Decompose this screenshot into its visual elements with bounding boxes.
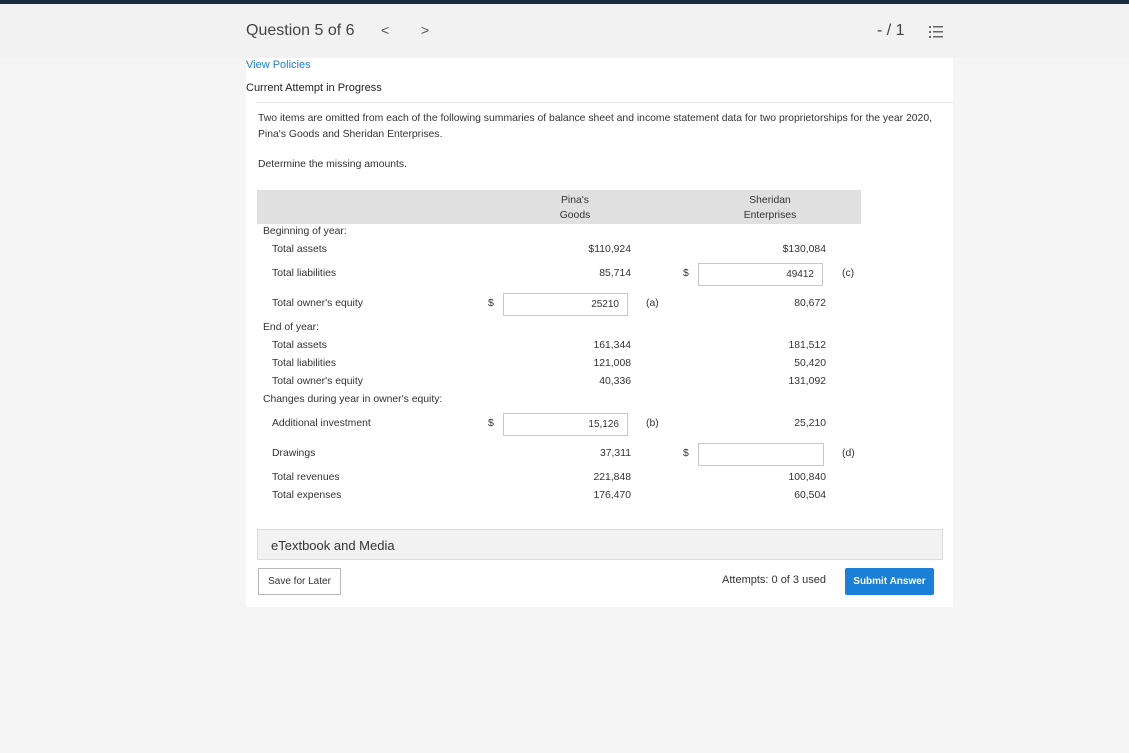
row-label: Drawings xyxy=(272,448,316,459)
col-header-pinas-line1: Pina's xyxy=(561,195,589,206)
row-label: Total assets xyxy=(272,340,327,351)
section-changes: Changes during year in owner's equity: xyxy=(263,394,443,405)
cell-value: 80,672 xyxy=(794,298,826,309)
cell-value: 181,512 xyxy=(788,340,826,351)
dollar-sign: $ xyxy=(488,418,494,429)
question-list-icon[interactable] xyxy=(928,24,944,40)
divider xyxy=(256,102,953,103)
dollar-sign: $ xyxy=(488,298,494,309)
cell-value: 221,848 xyxy=(593,472,631,483)
row-label: Total owner's equity xyxy=(272,298,363,309)
cell-value: 60,504 xyxy=(794,490,826,501)
dollar-sign: $ xyxy=(683,448,689,459)
section-end: End of year: xyxy=(263,322,320,333)
col-header-sheridan-line1: Sheridan xyxy=(749,195,791,206)
question-score: - / 1 xyxy=(877,22,905,39)
answer-tag-a: (a) xyxy=(646,298,659,309)
submit-answer-button[interactable]: Submit Answer xyxy=(845,568,934,595)
cell-value: 131,092 xyxy=(788,376,826,387)
answer-tag-b: (b) xyxy=(646,418,659,429)
attempt-status: Current Attempt in Progress xyxy=(246,82,382,94)
attempts-counter: Attempts: 0 of 3 used xyxy=(722,574,826,586)
next-question-button[interactable]: > xyxy=(421,22,429,38)
cell-value: 100,840 xyxy=(788,472,826,483)
answer-input-a[interactable]: 25210 xyxy=(503,293,628,316)
row-label: Total liabilities xyxy=(272,358,337,369)
view-policies-link[interactable]: View Policies xyxy=(246,59,311,71)
cell-value: 37,311 xyxy=(599,448,631,459)
etextbook-media-toggle[interactable]: eTextbook and Media xyxy=(257,529,943,560)
cell-value: 85,714 xyxy=(599,268,631,279)
row-label: Total liabilities xyxy=(272,268,337,279)
cell-value: 176,470 xyxy=(593,490,631,501)
question-header-bar xyxy=(0,4,1129,58)
question-instruction: Determine the missing amounts. xyxy=(258,159,407,170)
cell-value: 161,344 xyxy=(593,340,631,351)
cell-value: 25,210 xyxy=(794,418,826,429)
col-header-sheridan-line2: Enterprises xyxy=(743,210,797,221)
question-counter: Question 5 of 6 xyxy=(246,22,355,39)
row-label: Total owner's equity xyxy=(272,376,363,387)
cell-value: $110,924 xyxy=(588,244,631,255)
section-beginning: Beginning of year: xyxy=(263,226,347,237)
answer-input-d[interactable] xyxy=(698,443,824,466)
row-label: Total expenses xyxy=(272,490,342,501)
row-label: Total assets xyxy=(272,244,327,255)
cell-value: 40,336 xyxy=(599,376,631,387)
answer-tag-c: (c) xyxy=(842,268,855,279)
col-header-sheridan: Sheridan Enterprises xyxy=(710,193,830,223)
save-for-later-button[interactable]: Save for Later xyxy=(258,568,341,595)
answer-input-c[interactable]: 49412 xyxy=(698,263,823,286)
prev-question-button[interactable]: < xyxy=(381,22,389,38)
question-text: Two items are omitted from each of the f… xyxy=(258,113,933,140)
cell-value: 121,008 xyxy=(593,358,631,369)
row-label: Total revenues xyxy=(272,472,340,483)
answer-input-b[interactable]: 15,126 xyxy=(503,413,628,436)
row-label: Additional investment xyxy=(272,418,371,429)
cell-value: 50,420 xyxy=(794,358,826,369)
cell-value: $130,084 xyxy=(782,244,826,255)
answer-tag-d: (d) xyxy=(842,448,855,459)
col-header-pinas-line2: Goods xyxy=(559,210,591,221)
col-header-pinas: Pina's Goods xyxy=(515,193,635,223)
dollar-sign: $ xyxy=(683,268,689,279)
